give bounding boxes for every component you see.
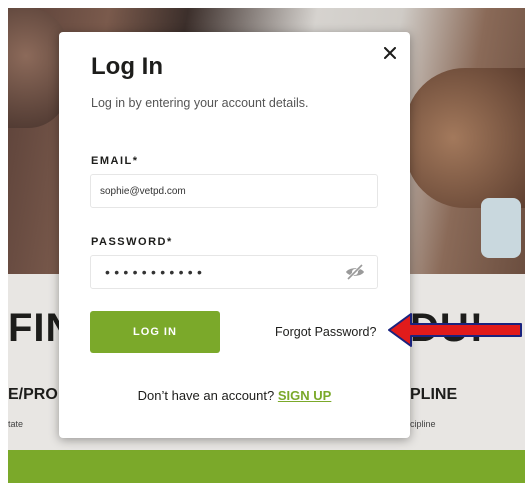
forgot-password-link[interactable]: Forgot Password? bbox=[275, 325, 376, 339]
background-caption-left: tate bbox=[8, 419, 24, 429]
email-field[interactable] bbox=[90, 174, 378, 208]
eye-slash-icon[interactable] bbox=[344, 263, 366, 281]
modal-title: Log In bbox=[91, 53, 163, 80]
close-icon[interactable] bbox=[381, 44, 399, 62]
email-label: EMAIL* bbox=[91, 155, 139, 167]
signup-link[interactable]: SIGN UP bbox=[278, 388, 331, 403]
signup-row: Don’t have an account? SIGN UP bbox=[59, 388, 410, 403]
signup-prompt: Don’t have an account? bbox=[137, 388, 275, 403]
background-caption-right: cipline bbox=[410, 419, 436, 429]
modal-subtitle: Log in by entering your account details. bbox=[91, 96, 309, 110]
background-subheading-left: E/PRO bbox=[8, 386, 58, 403]
password-masked-value: ••••••••••• bbox=[105, 264, 207, 280]
login-modal: Log In Log in by entering your account d… bbox=[59, 32, 410, 438]
annotation-arrow-icon bbox=[388, 313, 522, 347]
photo-detail-right bbox=[405, 68, 525, 208]
photo-device bbox=[481, 198, 521, 258]
background-subheading-right: PLINE bbox=[410, 386, 458, 403]
footer-green-band bbox=[8, 450, 525, 483]
login-button[interactable]: LOG IN bbox=[90, 311, 220, 353]
password-label: PASSWORD* bbox=[91, 236, 173, 248]
password-field[interactable]: ••••••••••• bbox=[90, 255, 378, 289]
